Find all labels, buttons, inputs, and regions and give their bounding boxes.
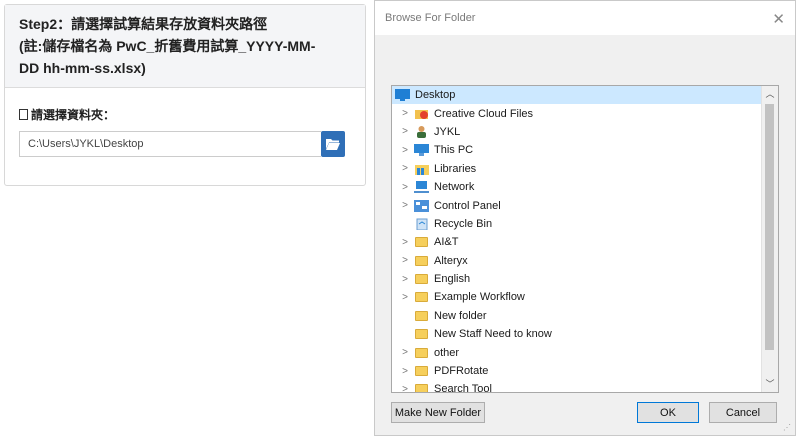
recycle-bin-icon (414, 217, 429, 231)
tree-item-label: JYKL (434, 125, 461, 138)
tree-item[interactable]: > Network (392, 178, 762, 196)
tree-item-label: Search Tool (434, 383, 492, 393)
tree-item-label: Desktop (415, 89, 456, 102)
tree-item[interactable]: > This PC (392, 141, 762, 159)
folder-icon (414, 254, 429, 267)
tree-item-label: Recycle Bin (434, 217, 493, 230)
close-icon[interactable]: ✕ (772, 10, 785, 28)
tree-item-label: New folder (434, 309, 487, 322)
folder-path-input[interactable] (19, 131, 321, 157)
scroll-up-icon[interactable]: ︿ (762, 86, 778, 102)
browse-folder-dialog: Browse For Folder ✕ Desktop > Creative Cl… (374, 0, 796, 436)
tree-item[interactable]: > other (392, 343, 762, 361)
folder-icon (414, 273, 429, 286)
expand-chevron-icon[interactable]: > (396, 292, 414, 303)
tree-item[interactable]: > English (392, 270, 762, 288)
folder-label: 請選擇資料夾： (31, 108, 116, 122)
expand-chevron-icon[interactable]: > (396, 108, 414, 119)
tree-item-label: Libraries (434, 162, 477, 175)
expand-chevron-icon[interactable]: > (396, 200, 414, 211)
tree-item[interactable]: New folder (392, 307, 762, 325)
browse-folder-button[interactable] (321, 131, 345, 157)
control-panel-icon (414, 199, 429, 212)
scroll-thumb[interactable] (765, 104, 774, 350)
expand-chevron-icon[interactable]: > (396, 163, 414, 174)
tree-item-label: This PC (434, 144, 474, 157)
creative-cloud-icon (414, 107, 429, 120)
vertical-scrollbar[interactable]: ︿ ﹀ (761, 86, 778, 392)
step2-title-line3: DD hh-mm-ss.xlsx) (19, 60, 146, 76)
folder-path-row (19, 131, 351, 157)
tree-item-label: English (434, 273, 471, 286)
network-icon (414, 181, 429, 194)
folder-icon (414, 291, 429, 304)
step2-header: Step2：請選擇試算結果存放資料夾路徑 (註:儲存檔名為 PwC_折舊費用試算… (5, 5, 365, 88)
expand-chevron-icon[interactable]: > (396, 126, 414, 137)
tree-item[interactable]: > Search Tool (392, 380, 762, 393)
ok-button[interactable]: OK (637, 402, 699, 423)
expand-chevron-icon[interactable]: > (396, 255, 414, 266)
expand-chevron-icon[interactable]: > (396, 237, 414, 248)
tree-item-label: PDFRotate (434, 365, 489, 378)
tree-item[interactable]: > Control Panel (392, 196, 762, 214)
expand-chevron-icon[interactable]: > (396, 274, 414, 285)
computer-icon (414, 144, 429, 157)
tree-item-label: New Staff Need to know (434, 328, 552, 341)
tree-item[interactable]: > AI&T (392, 233, 762, 251)
open-folder-icon (326, 139, 340, 150)
folder-label-row: 請選擇資料夾： (19, 106, 351, 123)
step2-title-line1: Step2：請選擇試算結果存放資料夾路徑 (19, 16, 268, 32)
resize-grip-icon[interactable]: ⋰ (783, 423, 791, 432)
tree-item-label: Example Workflow (434, 291, 525, 304)
step2-body: 請選擇資料夾： (5, 88, 365, 157)
user-icon (414, 125, 429, 139)
step2-panel: Step2：請選擇試算結果存放資料夾路徑 (註:儲存檔名為 PwC_折舊費用試算… (4, 4, 366, 186)
tree-item[interactable]: > Libraries (392, 160, 762, 178)
folder-icon (414, 365, 429, 378)
tree-item[interactable]: > Alteryx (392, 252, 762, 270)
tree-item-label: Creative Cloud Files (434, 107, 534, 120)
dialog-title: Browse For Folder (385, 12, 476, 24)
step2-title-line2: (註:儲存檔名為 PwC_折舊費用試算_YYYY-MM- (19, 38, 316, 54)
expand-chevron-icon[interactable]: > (396, 182, 414, 193)
dialog-title-bar[interactable]: Browse For Folder ✕ (375, 1, 795, 35)
expand-chevron-icon[interactable]: > (396, 384, 414, 392)
tree-item-label: AI&T (434, 236, 459, 249)
folder-icon (414, 236, 429, 249)
make-new-folder-button[interactable]: Make New Folder (391, 402, 485, 423)
checkbox-icon[interactable] (19, 109, 28, 120)
folder-icon (414, 383, 429, 392)
tree-item[interactable]: > Creative Cloud Files (392, 104, 762, 122)
tree-item-label: Alteryx (434, 254, 468, 267)
expand-chevron-icon[interactable]: > (396, 347, 414, 358)
expand-chevron-icon[interactable]: > (396, 145, 414, 156)
folder-icon (414, 346, 429, 359)
tree-item[interactable]: > PDFRotate (392, 362, 762, 380)
folder-icon (414, 328, 429, 341)
desktop-icon (395, 89, 410, 102)
tree-item[interactable]: New Staff Need to know (392, 325, 762, 343)
tree-item[interactable]: > JYKL (392, 123, 762, 141)
tree-item-label: Network (434, 181, 475, 194)
cancel-button[interactable]: Cancel (709, 402, 777, 423)
expand-chevron-icon[interactable]: > (396, 366, 414, 377)
tree-item-label: other (434, 346, 460, 359)
tree-item-label: Control Panel (434, 199, 501, 212)
tree-item[interactable]: Recycle Bin (392, 215, 762, 233)
folder-icon (414, 309, 429, 322)
tree-item[interactable]: > Example Workflow (392, 288, 762, 306)
libraries-icon (414, 162, 429, 175)
scroll-down-icon[interactable]: ﹀ (762, 376, 778, 392)
folder-tree[interactable]: Desktop > Creative Cloud Files > JYKL > This … (391, 85, 779, 393)
tree-item-desktop[interactable]: Desktop (392, 86, 762, 105)
